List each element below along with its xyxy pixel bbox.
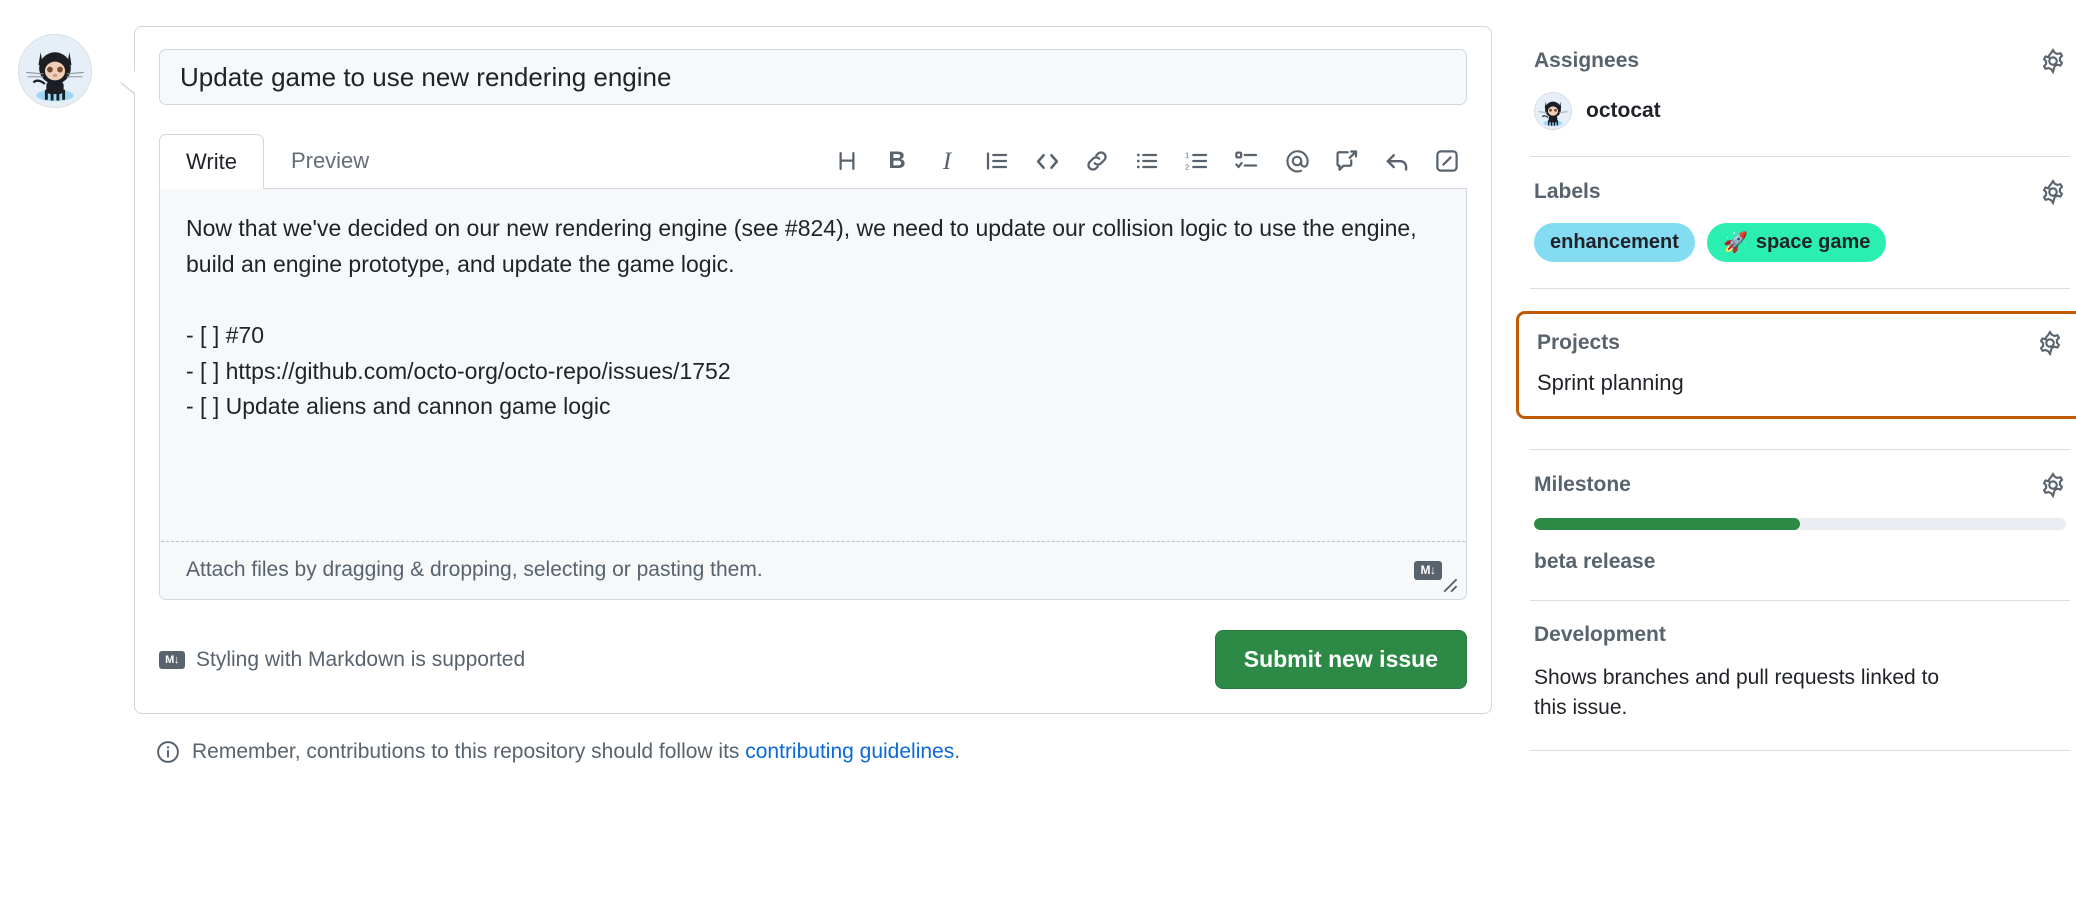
info-icon [157, 741, 179, 763]
avatar [1534, 92, 1572, 130]
labels-header: Labels [1534, 179, 2066, 205]
footer-text-after: . [954, 740, 961, 763]
development-title: Development [1534, 623, 1666, 646]
new-issue-form: Write Preview B I [120, 26, 1492, 714]
editor-tabs: Write Preview [159, 133, 396, 189]
tab-preview[interactable]: Preview [264, 133, 396, 188]
quote-icon[interactable] [983, 147, 1011, 175]
footer-note-text: Remember, contributions to this reposito… [192, 740, 960, 764]
label-text: enhancement [1550, 231, 1679, 253]
divider [1530, 156, 2070, 157]
projects-title: Projects [1537, 331, 1620, 354]
author-avatar-column [0, 26, 132, 900]
bold-icon[interactable]: B [883, 147, 911, 175]
attach-files-text: Attach files by dragging & dropping, sel… [186, 558, 763, 581]
unordered-list-icon[interactable] [1133, 147, 1161, 175]
labels-list: enhancement 🚀 space game [1534, 223, 2066, 262]
divider [1530, 600, 2070, 601]
contributing-guidelines-note: Remember, contributions to this reposito… [156, 740, 1492, 764]
ordered-list-icon[interactable]: 1 2 [1183, 147, 1211, 175]
milestone-progress-fill [1534, 518, 1800, 530]
divider [1530, 288, 2070, 289]
divider [1530, 449, 2070, 450]
speech-bubble-arrow [121, 71, 135, 93]
editor-header: Write Preview B I 1 2 [159, 133, 1467, 189]
octocat-avatar-icon [1535, 93, 1571, 129]
gear-icon[interactable] [2037, 330, 2063, 356]
development-header: Development [1534, 623, 2066, 647]
sidebar-section-development: Development Shows branches and pull requ… [1530, 623, 2070, 751]
link-icon[interactable] [1083, 147, 1111, 175]
issue-sidebar: Assignees octocat Labels enhancement 🚀 s… [1516, 26, 2076, 900]
milestone-title: Milestone [1534, 473, 1631, 496]
reference-icon[interactable] [1333, 147, 1361, 175]
markdown-icon: M↓ [159, 650, 185, 669]
project-name: Sprint planning [1537, 370, 1684, 395]
markdown-toolbar: B I 1 2 [833, 147, 1467, 188]
assignee-name: octocat [1586, 99, 1661, 122]
sidebar-section-assignees: Assignees octocat [1530, 48, 2070, 157]
label-chip-enhancement[interactable]: enhancement [1534, 223, 1695, 262]
submit-new-issue-button[interactable]: Submit new issue [1214, 630, 1467, 689]
milestone-progress-bar [1534, 518, 2066, 530]
markdown-supported-text: Styling with Markdown is supported [196, 647, 526, 671]
slash-command-icon[interactable] [1433, 147, 1461, 175]
gear-icon[interactable] [2040, 179, 2066, 205]
label-text: space game [1755, 231, 1871, 253]
gear-icon[interactable] [2040, 48, 2066, 74]
assignees-title: Assignees [1534, 49, 1640, 72]
issue-form-column: Write Preview B I [120, 26, 1492, 900]
rocket-icon: 🚀 [1722, 232, 1748, 254]
new-issue-page: Write Preview B I [0, 0, 2076, 900]
markdown-supported-note: M↓ Styling with Markdown is supported [159, 648, 525, 672]
svg-text:1: 1 [1185, 150, 1189, 159]
issue-title-input[interactable] [159, 49, 1467, 105]
textarea-resize-handle[interactable] [1436, 571, 1458, 593]
code-icon[interactable] [1033, 147, 1061, 175]
issue-body-area: Now that we've decided on our new render… [159, 189, 1467, 600]
assignees-header: Assignees [1534, 48, 2066, 74]
mention-icon[interactable] [1283, 147, 1311, 175]
milestone-name[interactable]: beta release [1534, 550, 2066, 574]
octocat-avatar-icon [19, 35, 91, 107]
labels-title: Labels [1534, 180, 1601, 203]
contributing-guidelines-link[interactable]: contributing guidelines [745, 740, 954, 763]
divider [1530, 749, 2070, 751]
assignee-row[interactable]: octocat [1534, 92, 2066, 130]
attach-files-row[interactable]: Attach files by dragging & dropping, sel… [160, 542, 1466, 599]
avatar[interactable] [18, 34, 92, 108]
svg-text:2: 2 [1185, 162, 1189, 171]
milestone-header: Milestone [1534, 472, 2066, 498]
tab-write[interactable]: Write [159, 134, 264, 189]
gear-icon[interactable] [2040, 472, 2066, 498]
italic-icon[interactable]: I [933, 147, 961, 175]
sidebar-section-milestone: Milestone beta release [1530, 472, 2070, 601]
sidebar-section-projects[interactable]: Projects Sprint planning [1516, 311, 2076, 419]
label-chip-space-game[interactable]: 🚀 space game [1706, 223, 1887, 262]
reply-icon[interactable] [1383, 147, 1411, 175]
sidebar-section-labels: Labels enhancement 🚀 space game [1530, 179, 2070, 289]
task-list-icon[interactable] [1233, 147, 1261, 175]
issue-body-textarea[interactable]: Now that we've decided on our new render… [160, 189, 1466, 541]
projects-header: Projects [1537, 330, 2063, 356]
development-description: Shows branches and pull requests linked … [1534, 666, 1940, 720]
footer-text-before: Remember, contributions to this reposito… [192, 740, 746, 763]
heading-icon[interactable] [833, 147, 861, 175]
form-actions-row: M↓ Styling with Markdown is supported Su… [159, 630, 1467, 689]
